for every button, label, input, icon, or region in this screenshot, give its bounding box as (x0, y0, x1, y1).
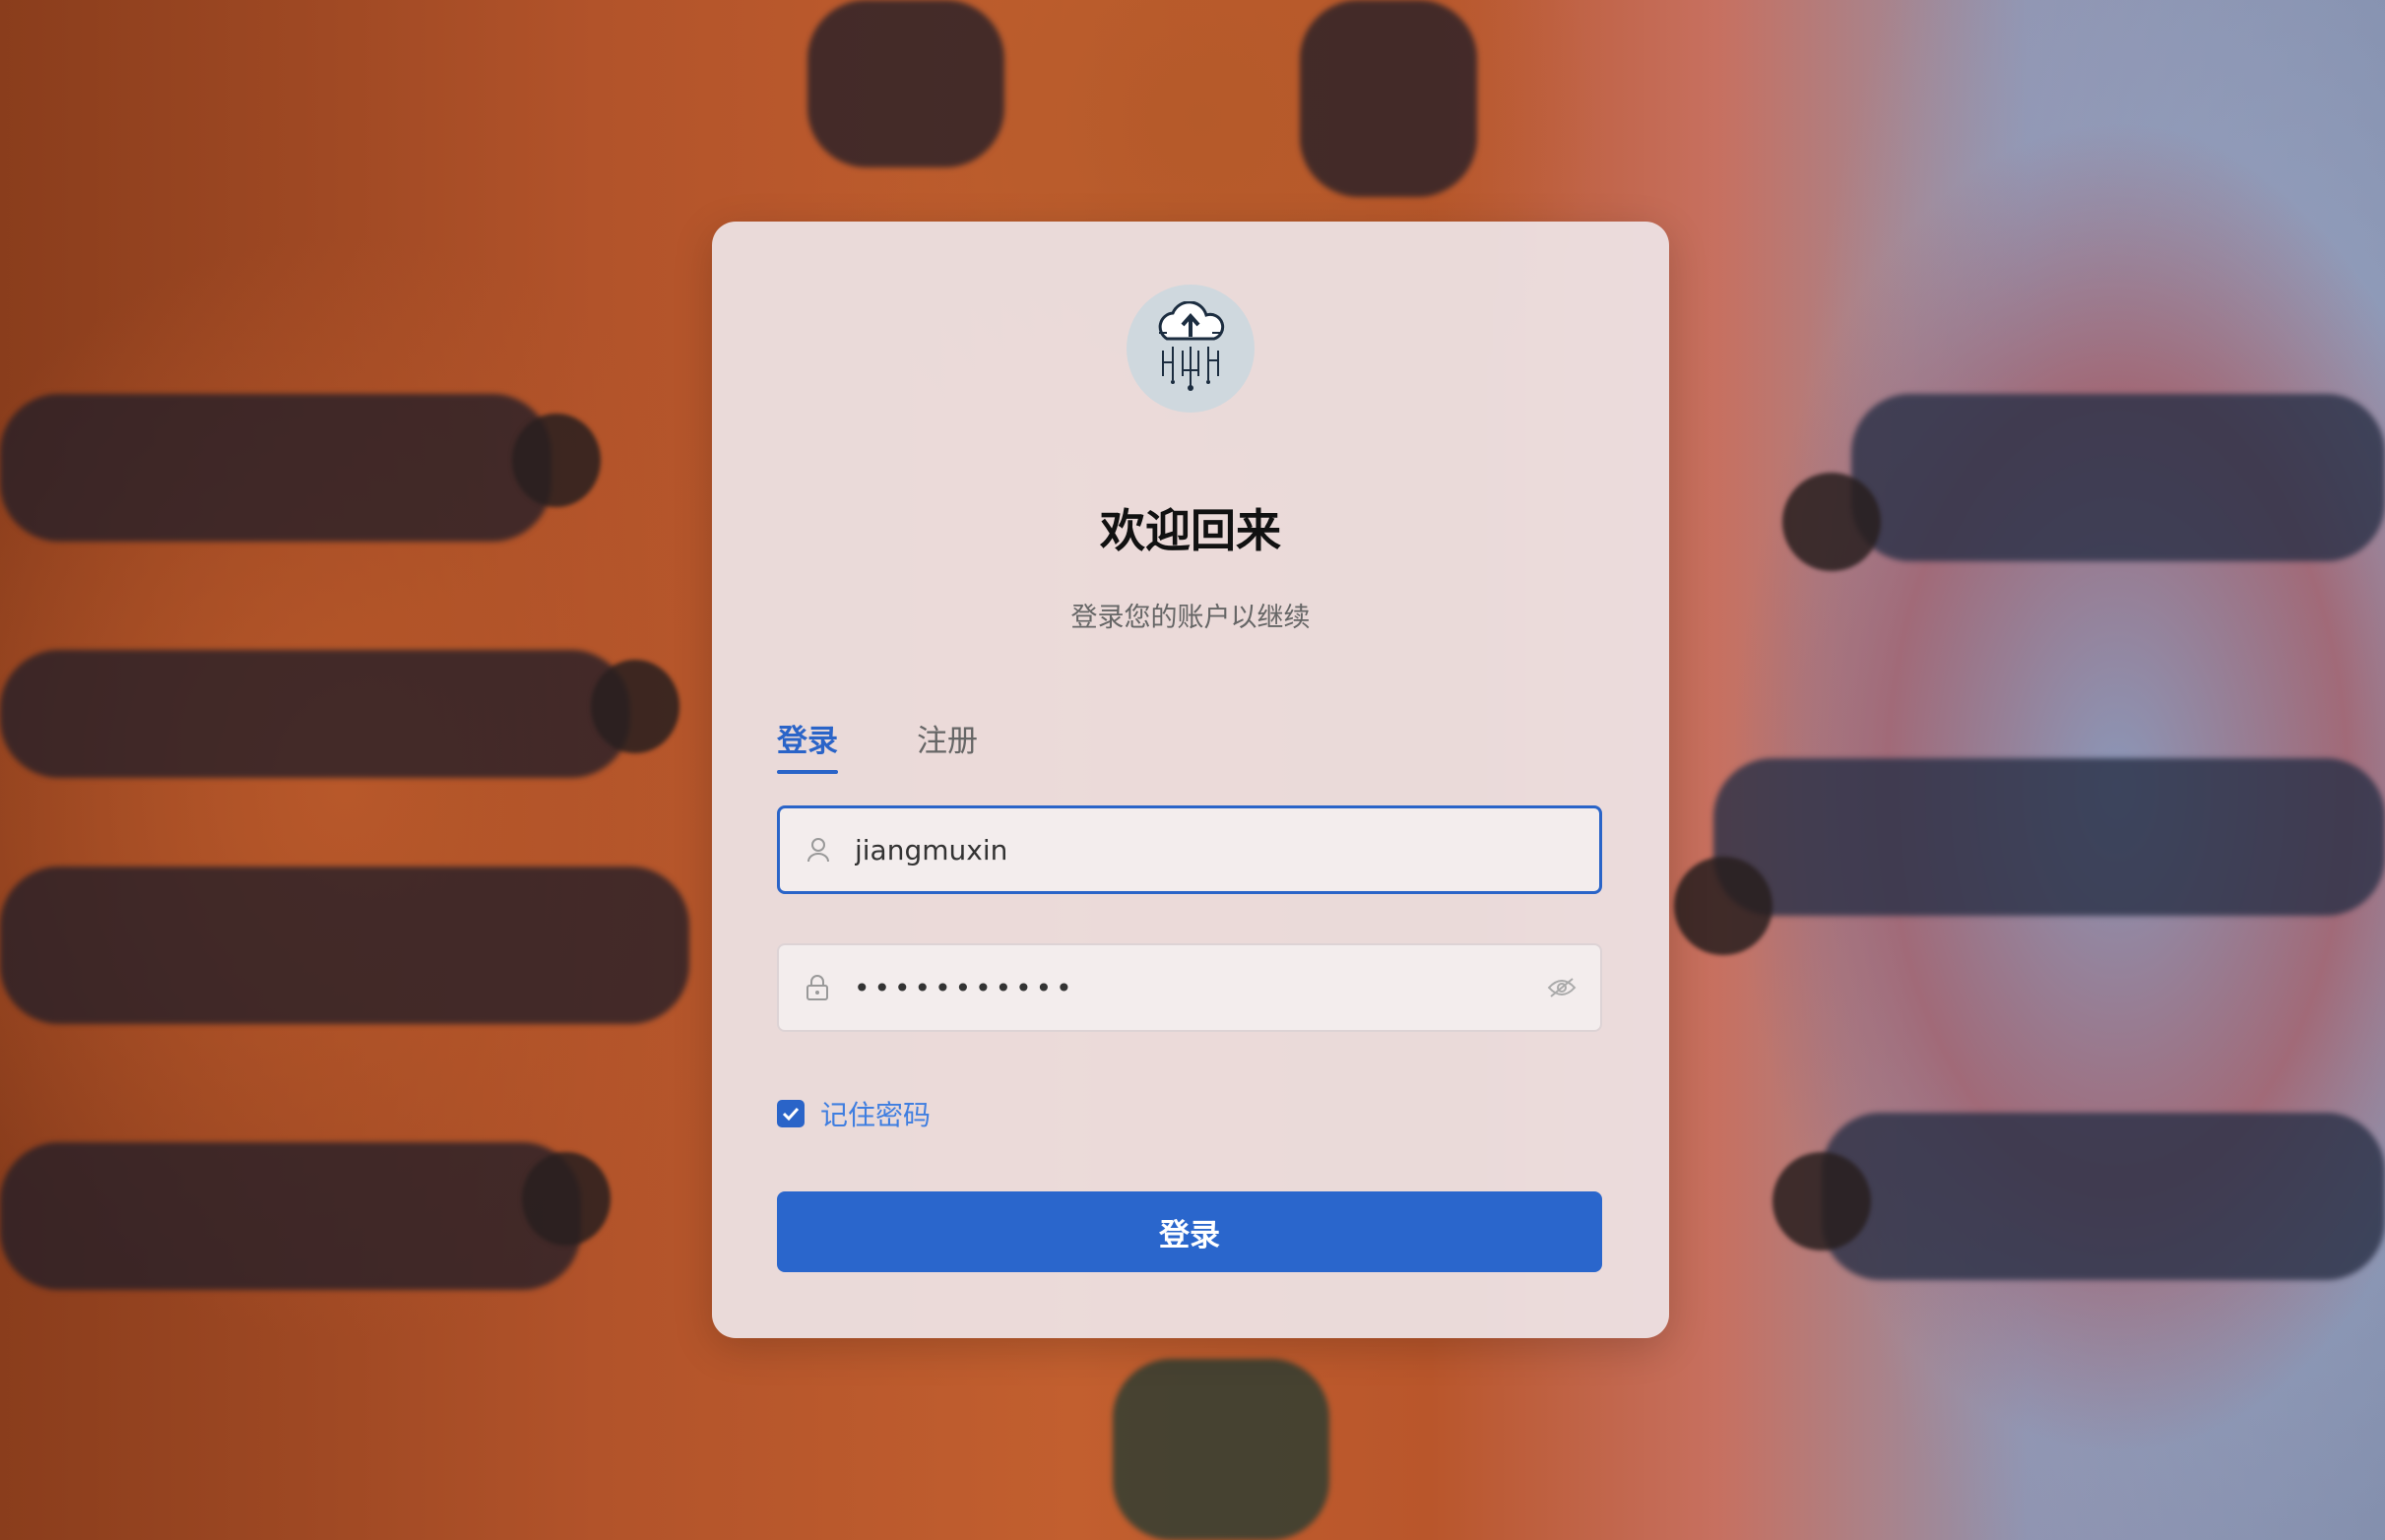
figure-head (1782, 473, 1881, 571)
figure-head (1674, 857, 1773, 955)
login-card: 欢迎回来 登录您的账户以继续 登录 注册 记住密码 登录 (712, 222, 1669, 1338)
figure-silhouette (1713, 758, 2385, 916)
figure-silhouette (0, 394, 551, 542)
page-title: 欢迎回来 (1100, 504, 1281, 557)
figure-silhouette (807, 0, 1004, 167)
remember-password-row[interactable]: 记住密码 (777, 1094, 931, 1133)
app-logo (1127, 285, 1255, 413)
figure-silhouette (1822, 1113, 2385, 1280)
page-subtitle: 登录您的账户以继续 (1070, 603, 1311, 633)
figure-head (522, 1152, 611, 1246)
figure-silhouette (1851, 394, 2385, 561)
figure-silhouette (1300, 0, 1477, 197)
login-button[interactable]: 登录 (777, 1191, 1602, 1272)
username-field (777, 805, 1602, 894)
figure-head (591, 660, 679, 753)
figure-silhouette (0, 1142, 581, 1290)
password-input[interactable] (852, 957, 1545, 1018)
figure-silhouette (1113, 1359, 1329, 1540)
figure-silhouette (0, 866, 689, 1024)
password-field (777, 943, 1602, 1032)
user-icon (804, 835, 833, 865)
remember-checkbox[interactable] (777, 1100, 805, 1127)
cloud-upload-circuit-icon (1158, 301, 1225, 391)
figure-head (512, 414, 601, 507)
figure-silhouette (0, 650, 630, 778)
remember-label[interactable]: 记住密码 (820, 1094, 931, 1133)
auth-tabs: 登录 注册 (777, 716, 978, 774)
username-input[interactable] (853, 819, 1599, 880)
lock-icon (803, 973, 832, 1002)
eye-hidden-icon[interactable] (1545, 971, 1579, 1004)
tab-register[interactable]: 注册 (917, 716, 978, 774)
tab-login[interactable]: 登录 (777, 716, 838, 774)
check-icon (782, 1107, 800, 1121)
figure-head (1773, 1152, 1871, 1251)
